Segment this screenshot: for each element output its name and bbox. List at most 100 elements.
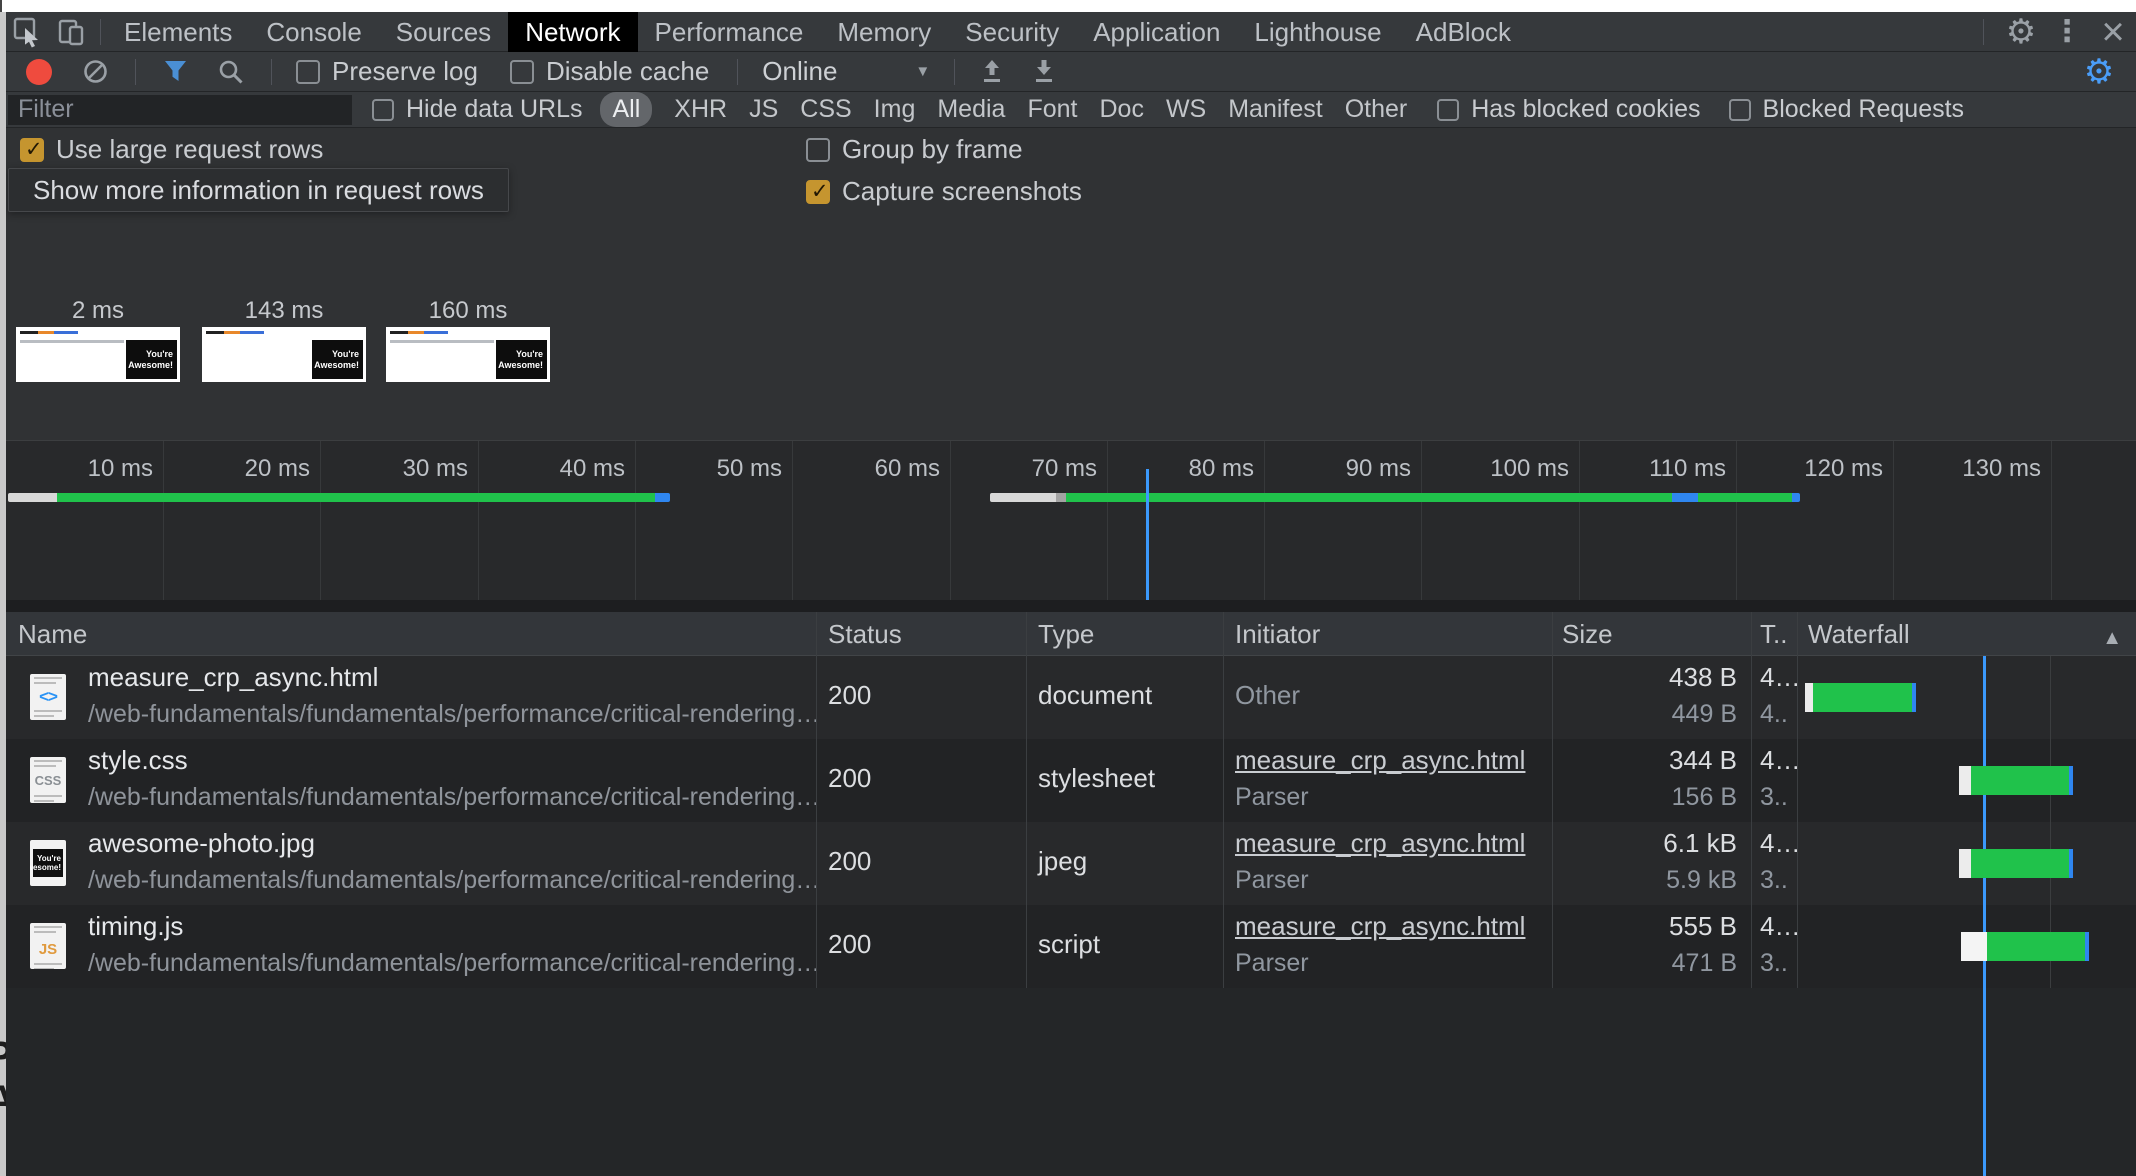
checkbox-unchecked[interactable] bbox=[1437, 99, 1459, 121]
clear-network-log-icon[interactable] bbox=[82, 58, 109, 85]
checkbox-unchecked[interactable] bbox=[296, 60, 320, 84]
filter-funnel-icon[interactable] bbox=[162, 58, 189, 85]
tooltip: Show more information in request rows bbox=[8, 168, 509, 212]
request-type: script bbox=[1038, 929, 1100, 960]
column-divider[interactable] bbox=[1751, 612, 1752, 988]
filter-type-media[interactable]: Media bbox=[937, 95, 1005, 124]
filter-type-font[interactable]: Font bbox=[1027, 95, 1077, 124]
tab-performance[interactable]: Performance bbox=[638, 12, 821, 52]
checkbox-unchecked[interactable] bbox=[510, 60, 534, 84]
column-header-name[interactable]: Name bbox=[18, 619, 87, 650]
filmstrip-frame[interactable]: 160 ms You're Awesome! bbox=[386, 297, 550, 382]
search-icon[interactable] bbox=[217, 58, 245, 86]
column-divider[interactable] bbox=[1552, 612, 1553, 988]
filter-type-js[interactable]: JS bbox=[749, 95, 778, 124]
network-settings-gear-icon[interactable] bbox=[2076, 52, 2122, 92]
hide-data-urls-checkbox[interactable]: Hide data URLs bbox=[372, 95, 582, 124]
screenshot-thumbnail[interactable]: You're Awesome! bbox=[16, 327, 180, 382]
filter-type-doc[interactable]: Doc bbox=[1099, 95, 1143, 124]
inspect-element-icon[interactable] bbox=[6, 12, 50, 52]
request-name[interactable]: style.css bbox=[88, 745, 188, 776]
tab-application[interactable]: Application bbox=[1076, 12, 1237, 52]
tick-label: 50 ms bbox=[632, 455, 782, 483]
toolbar-separator bbox=[737, 59, 738, 85]
requests-table-header: Name Status Type Initiator Size T.. Wate… bbox=[6, 612, 2136, 656]
preserve-log-checkbox[interactable]: Preserve log bbox=[296, 56, 478, 87]
request-row[interactable]: You're Awesome! awesome-photo.jpg /web-f… bbox=[6, 822, 2136, 905]
tab-security[interactable]: Security bbox=[948, 12, 1076, 52]
column-divider[interactable] bbox=[1797, 612, 1798, 988]
device-toolbar-icon[interactable] bbox=[50, 12, 94, 52]
tab-console[interactable]: Console bbox=[249, 12, 378, 52]
network-overview-timeline[interactable]: 10 ms 20 ms 30 ms 40 ms 50 ms 60 ms 70 m… bbox=[6, 440, 2136, 600]
checkbox-unchecked[interactable] bbox=[806, 138, 830, 162]
request-name[interactable]: awesome-photo.jpg bbox=[88, 828, 315, 859]
request-row[interactable]: JS timing.js /web-fundamentals/fundament… bbox=[6, 905, 2136, 988]
screenshot-thumbnail[interactable]: You're Awesome! bbox=[202, 327, 366, 382]
request-name[interactable]: measure_crp_async.html bbox=[88, 662, 378, 693]
disable-cache-checkbox[interactable]: Disable cache bbox=[510, 56, 709, 87]
network-toolbar: Preserve log Disable cache Online bbox=[6, 52, 2136, 92]
filter-type-all[interactable]: All bbox=[600, 92, 652, 127]
filmstrip-frame[interactable]: 2 ms You're Awesome! bbox=[16, 297, 180, 382]
use-large-request-rows-checkbox[interactable]: Use large request rows bbox=[20, 134, 323, 165]
request-name[interactable]: timing.js bbox=[88, 911, 183, 942]
import-har-icon[interactable] bbox=[979, 58, 1005, 85]
tab-memory[interactable]: Memory bbox=[820, 12, 948, 52]
tab-network[interactable]: Network bbox=[508, 12, 637, 52]
blocked-requests-checkbox[interactable]: Blocked Requests bbox=[1729, 95, 1965, 124]
column-header-type[interactable]: Type bbox=[1038, 619, 1094, 650]
tick-label: 60 ms bbox=[790, 455, 940, 483]
column-header-status[interactable]: Status bbox=[828, 619, 902, 650]
tick-label: 40 ms bbox=[475, 455, 625, 483]
waterfall-waiting bbox=[1961, 932, 1987, 961]
column-divider[interactable] bbox=[816, 612, 817, 988]
record-network-log-button[interactable] bbox=[26, 59, 52, 85]
toolbar-separator bbox=[135, 59, 136, 85]
sort-ascending-icon[interactable] bbox=[2102, 620, 2122, 651]
network-throttling-select[interactable]: Online bbox=[762, 56, 930, 87]
request-initiator-link[interactable]: measure_crp_async.html bbox=[1235, 828, 1525, 859]
group-by-frame-checkbox[interactable]: Group by frame bbox=[806, 134, 1023, 165]
request-size-transferred: 5.9 kB bbox=[1666, 866, 1737, 895]
tick-label: 80 ms bbox=[1104, 455, 1254, 483]
timeline-playhead[interactable] bbox=[1146, 469, 1149, 601]
filter-type-xhr[interactable]: XHR bbox=[674, 95, 727, 124]
column-header-waterfall[interactable]: Waterfall bbox=[1808, 619, 1910, 650]
screenshot-thumbnail[interactable]: You're Awesome! bbox=[386, 327, 550, 382]
tabbar-right-controls bbox=[1977, 12, 2136, 52]
has-blocked-cookies-checkbox[interactable]: Has blocked cookies bbox=[1437, 95, 1700, 124]
checkbox-unchecked[interactable] bbox=[372, 99, 394, 121]
tab-adblock[interactable]: AdBlock bbox=[1399, 12, 1528, 52]
tab-elements[interactable]: Elements bbox=[107, 12, 249, 52]
request-initiator-link[interactable]: measure_crp_async.html bbox=[1235, 745, 1525, 776]
requests-table-body: <> measure_crp_async.html /web-fundament… bbox=[6, 656, 2136, 989]
request-row[interactable]: <> measure_crp_async.html /web-fundament… bbox=[6, 656, 2136, 739]
jpeg-thumbnail-icon: You're Awesome! bbox=[30, 840, 66, 886]
filter-input[interactable] bbox=[8, 95, 352, 125]
request-row[interactable]: CSS style.css /web-fundamentals/fundamen… bbox=[6, 739, 2136, 822]
column-header-size[interactable]: Size bbox=[1562, 619, 1613, 650]
filter-type-css[interactable]: CSS bbox=[800, 95, 851, 124]
filter-type-manifest[interactable]: Manifest bbox=[1228, 95, 1322, 124]
tab-sources[interactable]: Sources bbox=[379, 12, 508, 52]
filmstrip-frame[interactable]: 143 ms You're Awesome! bbox=[202, 297, 366, 382]
column-header-time[interactable]: T.. bbox=[1760, 619, 1787, 650]
column-divider[interactable] bbox=[1026, 612, 1027, 988]
export-har-icon[interactable] bbox=[1031, 58, 1057, 85]
filter-type-img[interactable]: Img bbox=[874, 95, 916, 124]
checkbox-checked[interactable] bbox=[806, 180, 830, 204]
more-options-icon[interactable] bbox=[2044, 12, 2090, 52]
filter-type-other[interactable]: Other bbox=[1345, 95, 1408, 124]
column-divider[interactable] bbox=[1223, 612, 1224, 988]
settings-gear-icon[interactable] bbox=[1998, 12, 2044, 52]
checkbox-checked[interactable] bbox=[20, 138, 44, 162]
close-devtools-icon[interactable] bbox=[2090, 12, 2136, 52]
filter-type-ws[interactable]: WS bbox=[1166, 95, 1206, 124]
request-initiator-link[interactable]: measure_crp_async.html bbox=[1235, 911, 1525, 942]
checkbox-unchecked[interactable] bbox=[1729, 99, 1751, 121]
column-header-initiator[interactable]: Initiator bbox=[1235, 619, 1320, 650]
tab-lighthouse[interactable]: Lighthouse bbox=[1237, 12, 1398, 52]
capture-screenshots-checkbox[interactable]: Capture screenshots bbox=[806, 176, 1082, 207]
request-size: 344 B bbox=[1669, 745, 1737, 776]
